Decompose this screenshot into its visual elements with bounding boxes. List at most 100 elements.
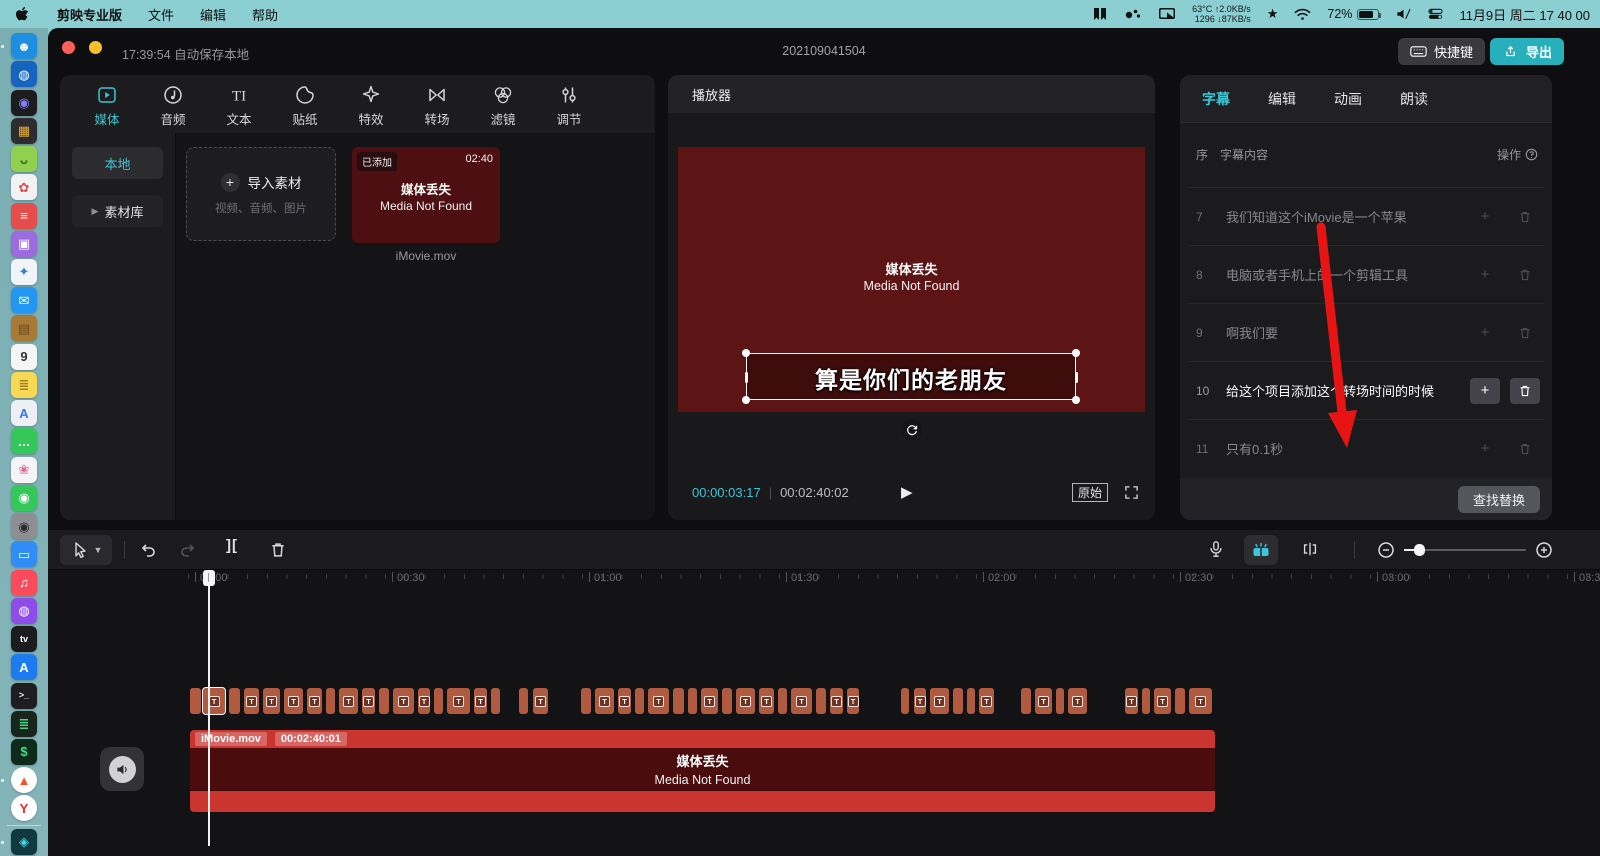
subtitle-row-11[interactable]: 11只有0.1秒+: [1188, 419, 1544, 477]
menubar-menu-帮助[interactable]: 帮助: [252, 5, 278, 24]
redo-button[interactable]: [178, 540, 198, 560]
delete-subtitle-button[interactable]: [1510, 320, 1540, 346]
text-clip[interactable]: [434, 688, 443, 714]
dock-icon-podcasts[interactable]: ◍: [0, 597, 48, 625]
subtitle-text[interactable]: 只有0.1秒: [1226, 439, 1470, 458]
tab-文本[interactable]: TI文本: [206, 84, 272, 128]
subtitle-row-8[interactable]: 8电脑或者手机上的一个剪辑工具+: [1188, 245, 1544, 303]
tab-特效[interactable]: 特效: [338, 84, 404, 128]
text-clip[interactable]: [519, 688, 528, 714]
menubar-app-name[interactable]: 剪映专业版: [57, 5, 122, 24]
subtitle-tab-朗读[interactable]: 朗读: [1400, 89, 1428, 109]
text-clip[interactable]: T: [1154, 688, 1171, 714]
text-clip[interactable]: T: [362, 688, 375, 714]
text-clip[interactable]: T: [595, 688, 614, 714]
text-clip[interactable]: T: [474, 688, 487, 714]
zoom-slider-handle[interactable]: [1414, 544, 1425, 556]
wifi-icon[interactable]: [1294, 8, 1311, 21]
text-clip[interactable]: [581, 688, 591, 714]
battery-indicator[interactable]: 72%: [1327, 7, 1379, 21]
dock-icon-keynote[interactable]: ▭: [0, 540, 48, 568]
text-clip[interactable]: T: [418, 688, 430, 714]
play-button[interactable]: ▶: [901, 483, 913, 501]
delete-subtitle-button[interactable]: [1510, 204, 1540, 230]
text-clip[interactable]: [688, 688, 697, 714]
resize-handle[interactable]: [1072, 349, 1080, 357]
text-clip[interactable]: T: [263, 688, 280, 714]
text-clip[interactable]: [1056, 688, 1064, 714]
dock-icon-iterm[interactable]: $: [0, 738, 48, 766]
dock-icon-app-store[interactable]: A: [0, 653, 48, 681]
add-subtitle-button[interactable]: +: [1470, 320, 1500, 346]
menubar-menu-编辑[interactable]: 编辑: [200, 5, 226, 24]
subtitle-tab-字幕[interactable]: 字幕: [1202, 89, 1230, 109]
dock-icon-notes-leather[interactable]: ▤: [0, 314, 48, 342]
menubar-menu-文件[interactable]: 文件: [148, 5, 174, 24]
playhead-handle[interactable]: [203, 570, 215, 586]
video-track-imovie[interactable]: iMovie.mov 00:02:40:01 媒体丢失 Media Not Fo…: [190, 730, 1215, 812]
text-clip[interactable]: T: [307, 688, 322, 714]
dock-icon-calendar[interactable]: 9: [0, 343, 48, 371]
text-clip[interactable]: [379, 688, 389, 714]
zoom-in-icon[interactable]: [1534, 540, 1554, 560]
text-clip[interactable]: T: [393, 688, 414, 714]
text-clip[interactable]: [901, 688, 909, 714]
text-clip[interactable]: T: [339, 688, 358, 714]
subtitle-text[interactable]: 电脑或者手机上的一个剪辑工具: [1226, 265, 1470, 284]
dock-icon-mail[interactable]: ✉: [0, 286, 48, 314]
delete-clip-button[interactable]: [268, 540, 288, 560]
dock-icon-yandex[interactable]: Y: [0, 794, 48, 822]
text-clip[interactable]: T: [930, 688, 949, 714]
window-tiles-icon[interactable]: [1092, 7, 1108, 21]
text-clip[interactable]: T: [1189, 688, 1212, 714]
tab-调节[interactable]: 调节: [536, 84, 602, 128]
text-clip[interactable]: T: [1035, 688, 1052, 714]
tab-转场[interactable]: 转场: [404, 84, 470, 128]
undo-button[interactable]: [138, 540, 158, 560]
text-clip[interactable]: [1175, 688, 1185, 714]
dock-icon-safari[interactable]: ✦: [0, 258, 48, 286]
split-view-button[interactable]: [1300, 539, 1320, 559]
tab-音频[interactable]: 音频: [140, 84, 206, 128]
playhead[interactable]: [208, 570, 210, 846]
text-clip[interactable]: T: [847, 688, 859, 714]
auto-caption-button[interactable]: [1244, 535, 1278, 565]
dock-icon-apple-tv[interactable]: tv: [0, 625, 48, 653]
control-center-icon[interactable]: [1428, 8, 1443, 20]
dock-icon-color-wheel[interactable]: ✿: [0, 173, 48, 201]
dock-icon-terminal[interactable]: >_: [0, 681, 48, 709]
add-subtitle-button[interactable]: +: [1470, 262, 1500, 288]
help-icon[interactable]: [1525, 148, 1538, 161]
text-clip[interactable]: [229, 688, 240, 714]
text-clip[interactable]: T: [914, 688, 926, 714]
dock-icon-touch-id[interactable]: ◉: [0, 512, 48, 540]
text-clip[interactable]: T: [618, 688, 631, 714]
text-clip[interactable]: [190, 688, 201, 714]
menubar-clock[interactable]: 11月9日 周二 17 40 00: [1459, 5, 1590, 24]
dock-icon-terminal-alt[interactable]: ≣: [0, 710, 48, 738]
text-clip[interactable]: [722, 688, 732, 714]
text-clip[interactable]: T: [648, 688, 669, 714]
subtitle-tab-编辑[interactable]: 编辑: [1268, 89, 1296, 109]
text-clip[interactable]: T: [791, 688, 812, 714]
sidebar-item-local[interactable]: 本地: [72, 147, 163, 179]
resize-handle[interactable]: [742, 349, 750, 357]
subtitle-text[interactable]: 啊我们要: [1226, 323, 1470, 342]
dock-icon-brave[interactable]: ▲: [0, 766, 48, 794]
display-icon[interactable]: [1158, 7, 1176, 21]
subtitle-row-9[interactable]: 9啊我们要+: [1188, 303, 1544, 361]
add-subtitle-button[interactable]: +: [1470, 204, 1500, 230]
dock-icon-android-emulator[interactable]: ᴗ: [0, 145, 48, 173]
dock-icon-floppy-purple[interactable]: ▣: [0, 230, 48, 258]
export-button[interactable]: 导出: [1490, 38, 1564, 65]
text-clip[interactable]: T: [736, 688, 755, 714]
resize-handle[interactable]: [1075, 372, 1078, 383]
resize-handle[interactable]: [742, 396, 750, 404]
text-clip[interactable]: T: [533, 688, 548, 714]
record-voiceover-button[interactable]: [1206, 539, 1226, 559]
shortcuts-button[interactable]: 快捷键: [1398, 38, 1485, 65]
dock-icon-facetime[interactable]: ◉: [0, 484, 48, 512]
dock-icon-browser-globe[interactable]: ◍: [0, 60, 48, 88]
subtitle-row-7[interactable]: 7我们知道这个iMovie是一个苹果+: [1188, 187, 1544, 245]
zoom-out-icon[interactable]: [1376, 540, 1396, 560]
